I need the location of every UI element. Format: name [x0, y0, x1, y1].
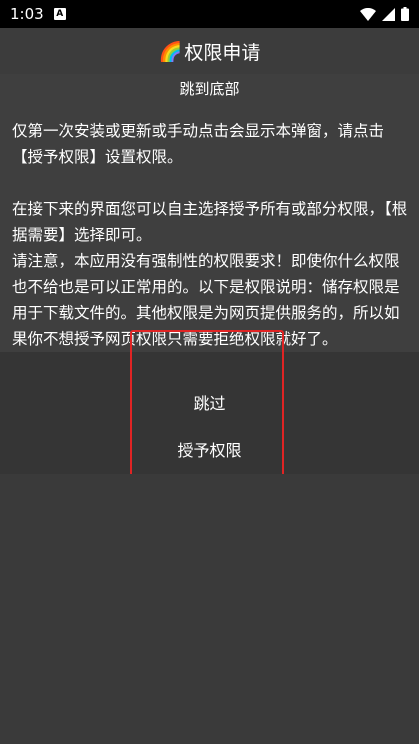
- permission-message: 仅第一次安装或更新或手动点击会显示本弹窗，请点击【授予权限】设置权限。 在接下来…: [12, 122, 408, 348]
- status-bar: 1:03 A: [0, 0, 419, 28]
- wifi-icon: [360, 7, 376, 21]
- dialog-title: 权限申请: [184, 41, 261, 64]
- dialog-header: 🌈 权限申请: [0, 28, 419, 74]
- status-time: 1:03: [10, 5, 44, 23]
- signal-icon: [382, 7, 395, 21]
- notification-icon: A: [53, 8, 66, 20]
- status-icons: [360, 7, 409, 21]
- rainbow-icon: 🌈: [158, 40, 183, 63]
- grant-permission-button[interactable]: 授予权限: [0, 431, 419, 471]
- jump-to-bottom-link[interactable]: 跳到底部: [0, 76, 419, 102]
- dialog-actions: 跳过 授予权限: [0, 352, 419, 474]
- dialog-backdrop: [0, 474, 419, 744]
- dialog-content[interactable]: 跳到底部 仅第一次安装或更新或手动点击会显示本弹窗，请点击【授予权限】设置权限。…: [0, 74, 419, 352]
- battery-icon: [401, 7, 409, 21]
- skip-button[interactable]: 跳过: [0, 384, 419, 424]
